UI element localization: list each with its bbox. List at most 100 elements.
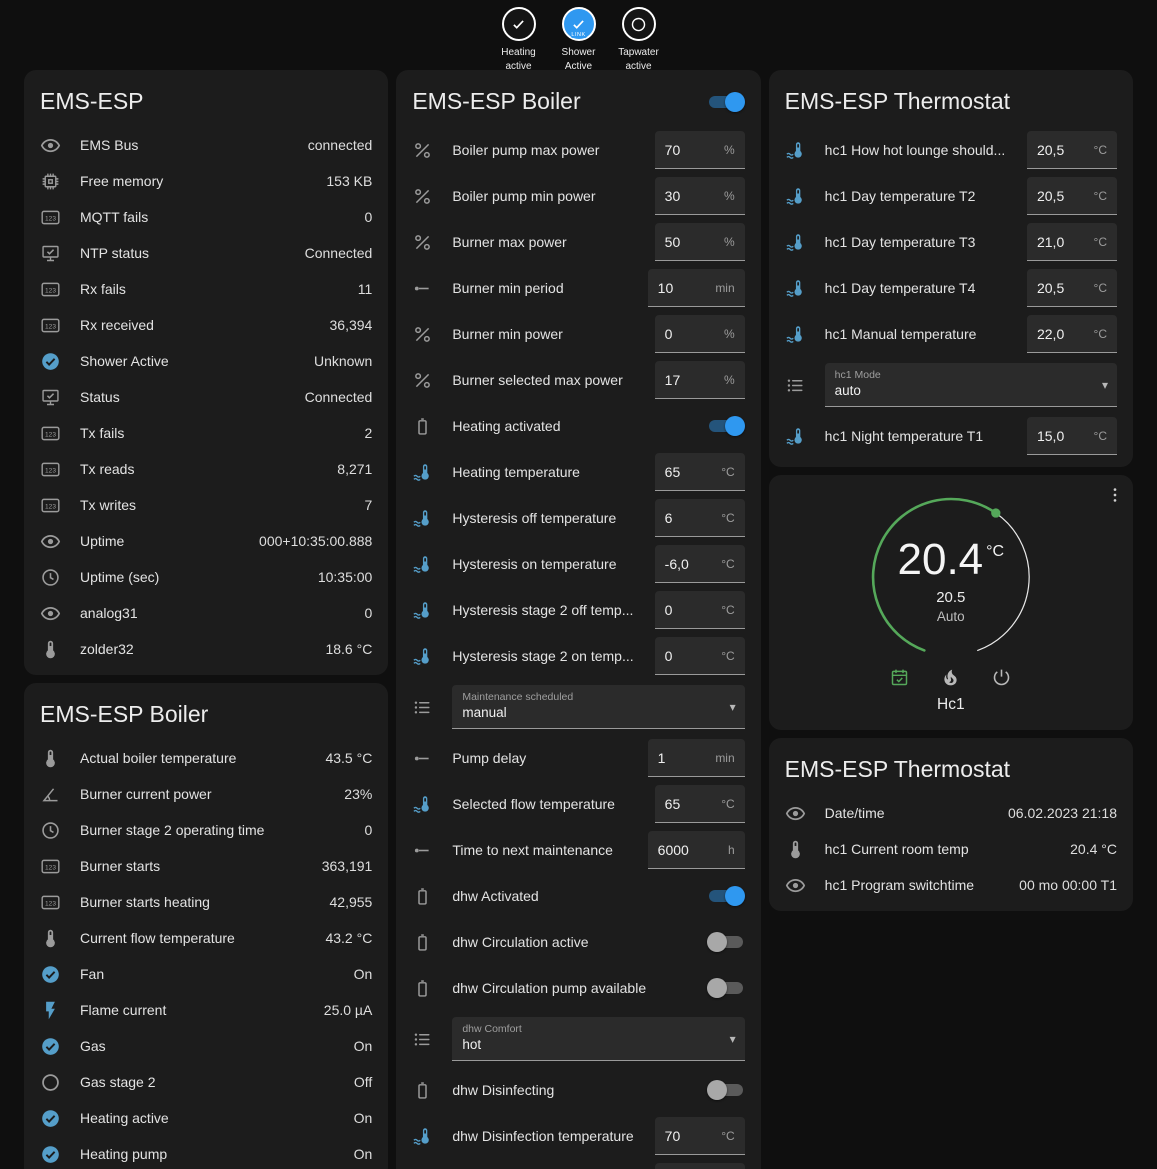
entity-value: 43.2 °C — [325, 930, 372, 946]
power-button[interactable] — [991, 667, 1012, 688]
number-input[interactable]: 0% — [655, 315, 745, 353]
select-input[interactable]: hc1 Modeauto▾ — [825, 363, 1117, 407]
number-input[interactable]: 65°C — [655, 785, 745, 823]
calendar-check-button[interactable] — [889, 667, 910, 688]
list-icon — [412, 697, 436, 718]
number-input[interactable]: 6°C — [655, 499, 745, 537]
entity-row: Time to next maintenance6000h — [396, 827, 760, 873]
number-input[interactable]: 70% — [655, 131, 745, 169]
number-unit: % — [724, 189, 735, 203]
column-middle: EMS-ESP BoilerBoiler pump max power70%Bo… — [396, 70, 760, 1169]
toggle-switch[interactable] — [707, 885, 745, 907]
entity-row: 123Tx fails2 — [24, 415, 388, 451]
number-value: 65 — [665, 464, 681, 480]
number-input[interactable]: 65°C — [655, 453, 745, 491]
number-input[interactable]: 0°C — [655, 637, 745, 675]
entity-label: Rx fails — [80, 281, 358, 297]
fire-button[interactable] — [940, 667, 961, 688]
entity-label: Heating temperature — [452, 464, 654, 480]
entity-label: Hysteresis on temperature — [452, 556, 654, 572]
number-input[interactable]: 22,0°C — [1027, 315, 1117, 353]
entity-label: Flame current — [80, 1002, 324, 1018]
number-input[interactable]: 1min — [648, 739, 745, 777]
entity-value: 11 — [358, 281, 373, 297]
number-unit: °C — [1094, 189, 1107, 203]
svg-text:123: 123 — [45, 287, 56, 294]
entity-label: hc1 Day temperature T4 — [825, 280, 1027, 296]
number-input[interactable]: 15,0°C — [1027, 417, 1117, 455]
entity-row: 123Tx writes7 — [24, 487, 388, 523]
number-value: -6,0 — [665, 556, 689, 572]
number-input[interactable]: -6,0°C — [655, 545, 745, 583]
number-input[interactable]: 21,0°C — [1027, 223, 1117, 261]
entity-label: Burner starts heating — [80, 894, 330, 910]
thermostat-dial-card: 20.4°C20.5AutoHc1 — [769, 475, 1133, 730]
check-icon — [570, 16, 587, 33]
counter-icon: 123 — [40, 495, 64, 516]
entity-row: Burner current power23% — [24, 776, 388, 812]
toggle-switch[interactable] — [707, 1079, 745, 1101]
badge-shower-active[interactable]: LINKShowerActive — [555, 7, 603, 73]
number-input[interactable]: 17% — [655, 361, 745, 399]
number-unit: °C — [721, 511, 734, 525]
entity-label: dhw Activated — [452, 888, 706, 904]
number-value: 20,5 — [1037, 142, 1064, 158]
entity-value: 8,271 — [337, 461, 372, 477]
toggle-switch[interactable] — [707, 415, 745, 437]
number-input[interactable]: 20,5°C — [1027, 131, 1117, 169]
thermostat-dial[interactable]: 20.4°C20.5Auto — [865, 491, 1037, 663]
number-input[interactable]: 20,5°C — [1027, 177, 1117, 215]
select-input[interactable]: dhw Comforthot▾ — [452, 1017, 744, 1061]
toggle-switch[interactable] — [707, 931, 745, 953]
number-input[interactable]: 0°C — [655, 591, 745, 629]
network-icon — [40, 243, 64, 264]
number-input[interactable]: 70°C — [655, 1117, 745, 1155]
radio-blank-icon — [40, 1072, 64, 1093]
menu-dots-icon[interactable] — [1105, 485, 1125, 505]
number-input[interactable]: 50% — [655, 223, 745, 261]
column-right: EMS-ESP Thermostathc1 How hot lounge sho… — [769, 70, 1133, 911]
valve-icon — [412, 232, 436, 253]
number-input[interactable]: 10min — [648, 269, 745, 307]
entity-label: Time to next maintenance — [452, 842, 647, 858]
entity-label: Free memory — [80, 173, 326, 189]
clock-icon — [40, 820, 64, 841]
number-unit: °C — [721, 797, 734, 811]
entity-value: 000+10:35:00.888 — [259, 533, 372, 549]
svg-text:123: 123 — [45, 503, 56, 510]
check-circle-icon — [40, 964, 64, 985]
toggle-switch[interactable] — [707, 91, 745, 113]
number-input[interactable]: 40°C — [655, 1163, 745, 1169]
number-input[interactable]: 30% — [655, 177, 745, 215]
card-thermostat-info: EMS-ESP ThermostatDate/time06.02.2023 21… — [769, 738, 1133, 911]
clock-icon — [40, 567, 64, 588]
network-icon — [40, 387, 64, 408]
valve-icon — [412, 140, 436, 161]
entity-label: Tx fails — [80, 425, 365, 441]
check-circle-icon — [40, 351, 64, 372]
entity-label: hc1 Program switchtime — [825, 877, 1020, 893]
water-therm-icon — [785, 324, 809, 345]
valve-icon — [412, 186, 436, 207]
number-input[interactable]: 20,5°C — [1027, 269, 1117, 307]
entity-value: On — [354, 966, 373, 982]
entity-value: On — [354, 1146, 373, 1162]
entity-row: 123Burner starts heating42,955 — [24, 884, 388, 920]
number-unit: min — [715, 281, 734, 295]
badge-heating-active[interactable]: Heatingactive — [495, 7, 543, 73]
entity-value: Connected — [305, 389, 373, 405]
select-input[interactable]: Maintenance scheduledmanual▾ — [452, 685, 744, 729]
counter-icon: 123 — [40, 279, 64, 300]
column-left: EMS-ESPEMS BusconnectedFree memory153 KB… — [24, 70, 388, 1169]
number-value: 22,0 — [1037, 326, 1064, 342]
dashboard-columns: EMS-ESPEMS BusconnectedFree memory153 KB… — [0, 70, 1157, 1169]
entity-label: Rx received — [80, 317, 330, 333]
check-circle-icon — [40, 1144, 64, 1165]
number-input[interactable]: 6000h — [648, 831, 745, 869]
entity-value: 363,191 — [322, 858, 373, 874]
entity-label: zolder32 — [80, 641, 325, 657]
toggle-switch[interactable] — [707, 977, 745, 999]
entity-label: dhw Disinfection temperature — [452, 1128, 654, 1144]
badge-tapwater-active[interactable]: Tapwateractive — [615, 7, 663, 73]
mode-buttons — [889, 667, 1012, 688]
